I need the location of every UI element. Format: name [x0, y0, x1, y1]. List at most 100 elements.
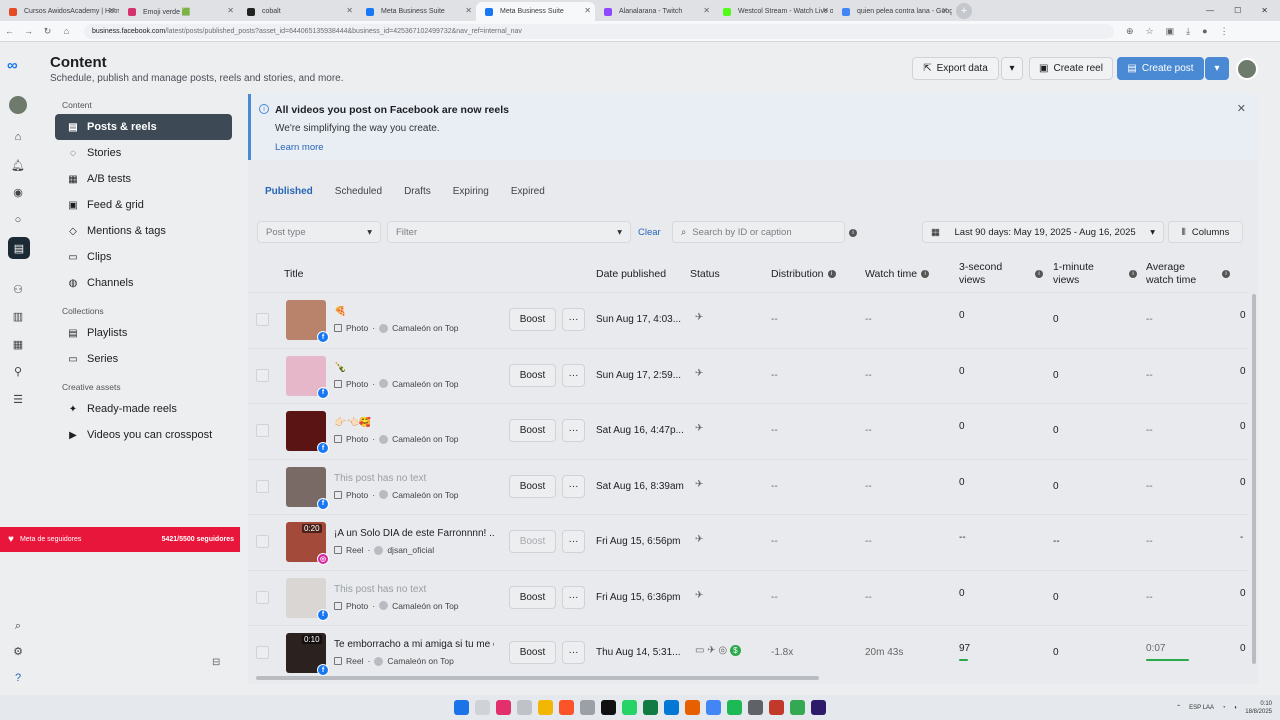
filter-select[interactable]: Filter ▾: [387, 221, 631, 243]
tab-scheduled[interactable]: Scheduled: [324, 182, 393, 202]
more-options-button[interactable]: ···: [562, 530, 585, 553]
close-tab-icon[interactable]: ✕: [703, 6, 710, 15]
post-title[interactable]: ¡A un Solo DIA de este Farronnnn! ...: [334, 528, 494, 539]
close-tab-icon[interactable]: ✕: [346, 6, 353, 15]
more-options-button[interactable]: ···: [562, 474, 585, 498]
boost-button[interactable]: Boost: [509, 585, 556, 609]
vertical-scrollbar[interactable]: [1252, 294, 1256, 664]
chrome-alt-icon[interactable]: [790, 700, 805, 715]
chrome-icon[interactable]: [706, 700, 721, 715]
spotify-icon[interactable]: [727, 700, 742, 715]
search-info-icon[interactable]: i: [849, 229, 857, 237]
post-thumbnail[interactable]: f: [286, 300, 329, 343]
learn-more-link[interactable]: Learn more: [275, 142, 324, 153]
table-row[interactable]: 0:10 f Te emborracho a mi amiga si tu me e…: [248, 625, 1248, 680]
row-checkbox[interactable]: [256, 535, 269, 548]
col-distribution[interactable]: Distribution i: [771, 256, 836, 292]
all-tools-icon[interactable]: ☰: [11, 392, 25, 406]
ads-icon[interactable]: ▦: [11, 337, 25, 351]
sidebar-item-a-b-tests[interactable]: ▦ A/B tests: [55, 166, 232, 192]
table-row[interactable]: 0:20 ◎ ¡A un Solo DIA de este Farronnnn! .…: [248, 514, 1248, 569]
close-window-icon[interactable]: ✕: [1261, 6, 1268, 15]
sidebar-item-clips[interactable]: ▭ Clips: [55, 244, 232, 270]
premiere-icon[interactable]: [811, 700, 826, 715]
post-title[interactable]: Te emborracho a mi amiga si tu me e...: [334, 639, 494, 650]
browser-tab[interactable]: quien pelea contra lana - Googl ✕: [833, 2, 952, 21]
tray-chevron-icon[interactable]: ⌃: [1176, 704, 1181, 711]
post-thumbnail[interactable]: f: [286, 411, 329, 454]
reload-icon[interactable]: ↻: [38, 26, 57, 37]
info-icon[interactable]: i: [827, 270, 836, 278]
app-icon[interactable]: [517, 700, 532, 715]
home-nav-icon[interactable]: ⌂: [11, 130, 25, 144]
start-icon[interactable]: [454, 700, 469, 715]
clock[interactable]: 0:10 18/8/2025: [1245, 700, 1272, 716]
horizontal-scrollbar[interactable]: [256, 676, 819, 680]
date-range-picker[interactable]: ▦ Last 90 days: May 19, 2025 - Aug 16, 20…: [922, 221, 1164, 243]
close-tab-icon[interactable]: ✕: [465, 6, 472, 15]
sidebar-item-channels[interactable]: ◍ Channels: [55, 270, 232, 296]
brave-icon[interactable]: [559, 700, 574, 715]
post-thumbnail[interactable]: f: [286, 466, 329, 510]
row-checkbox[interactable]: [256, 646, 269, 659]
more-options-button[interactable]: ···: [562, 363, 585, 387]
table-row[interactable]: f This post has no text Photo · Camaleón on …: [248, 458, 1248, 514]
forward-icon[interactable]: →: [19, 26, 38, 36]
tab-published[interactable]: Published: [265, 182, 324, 202]
col-date[interactable]: Date published: [596, 256, 666, 292]
content-icon[interactable]: ▤: [8, 237, 30, 259]
post-thumbnail[interactable]: f: [286, 355, 329, 399]
app-icon[interactable]: [769, 700, 784, 715]
audience-icon[interactable]: ⚇: [11, 282, 25, 296]
boost-button[interactable]: Boost: [509, 308, 556, 331]
post-title[interactable]: 👉🏻👈🏻🥰: [334, 417, 494, 428]
close-icon[interactable]: ✕: [1237, 102, 1246, 115]
clear-filters-link[interactable]: Clear: [638, 227, 661, 238]
boost-button[interactable]: Boost: [509, 363, 556, 387]
planner-icon[interactable]: ◉: [11, 185, 25, 199]
post-title[interactable]: This post has no text: [334, 473, 494, 484]
row-checkbox[interactable]: [256, 590, 269, 604]
minimize-icon[interactable]: —: [1206, 6, 1214, 15]
settings-icon[interactable]: ⚙: [11, 644, 25, 658]
instagram-app-icon[interactable]: [496, 700, 511, 715]
language-indicator[interactable]: ESP LAA: [1189, 705, 1214, 711]
whatsapp-icon[interactable]: [622, 700, 637, 715]
notifications-icon[interactable]: 🔔︎: [11, 158, 25, 172]
browser-tab[interactable]: Cursos AwidosAcademy | Hotm ✕: [0, 2, 119, 21]
columns-button[interactable]: ⦀ Columns: [1168, 221, 1243, 243]
excel-icon[interactable]: [643, 700, 658, 715]
volume-icon[interactable]: ◖: [1234, 705, 1238, 711]
browser-tab[interactable]: cobalt ✕: [238, 2, 357, 21]
close-tab-icon[interactable]: ✕: [108, 6, 115, 15]
tab-drafts[interactable]: Drafts: [393, 182, 442, 202]
row-checkbox[interactable]: [256, 479, 269, 493]
firefox-icon[interactable]: [685, 700, 700, 715]
row-checkbox[interactable]: [256, 368, 269, 382]
info-icon[interactable]: i: [1129, 270, 1137, 278]
sidebar-item-videos-you-can-crosspost[interactable]: ▶ Videos you can crosspost: [55, 422, 232, 448]
help-icon[interactable]: ?: [11, 671, 25, 685]
browser-tab[interactable]: Alanalarana - Twitch ✕: [595, 2, 714, 21]
boost-button[interactable]: Boost: [509, 530, 556, 553]
close-tab-icon[interactable]: ✕: [227, 6, 234, 15]
create-reel-button[interactable]: ▣ Create reel: [1029, 57, 1113, 80]
search-input[interactable]: ⌕ Search by ID or caption: [672, 221, 845, 243]
new-tab-button[interactable]: +: [956, 3, 972, 19]
more-options-button[interactable]: ···: [562, 419, 585, 442]
row-checkbox[interactable]: [256, 313, 269, 326]
export-dropdown-button[interactable]: ▾: [1001, 57, 1023, 80]
boost-button[interactable]: Boost: [509, 474, 556, 498]
info-icon[interactable]: i: [1222, 270, 1230, 278]
settings-taskbar-icon[interactable]: [748, 700, 763, 715]
sidebar-item-stories[interactable]: ◌ Stories: [55, 140, 232, 166]
page-avatar[interactable]: [9, 96, 27, 114]
collapse-sidebar-icon[interactable]: ⊟: [212, 657, 220, 668]
sidebar-item-feed-grid[interactable]: ▣ Feed & grid: [55, 192, 232, 218]
boost-button[interactable]: Boost: [509, 641, 556, 664]
sidebar-item-ready-made-reels[interactable]: ✦ Ready-made reels: [55, 396, 232, 422]
browser-tab[interactable]: Meta Business Suite ✕: [476, 2, 595, 21]
col-status[interactable]: Status: [690, 256, 720, 292]
col-watch-time[interactable]: Watch time i: [865, 256, 930, 292]
create-post-button[interactable]: ▤ Create post: [1117, 57, 1204, 80]
